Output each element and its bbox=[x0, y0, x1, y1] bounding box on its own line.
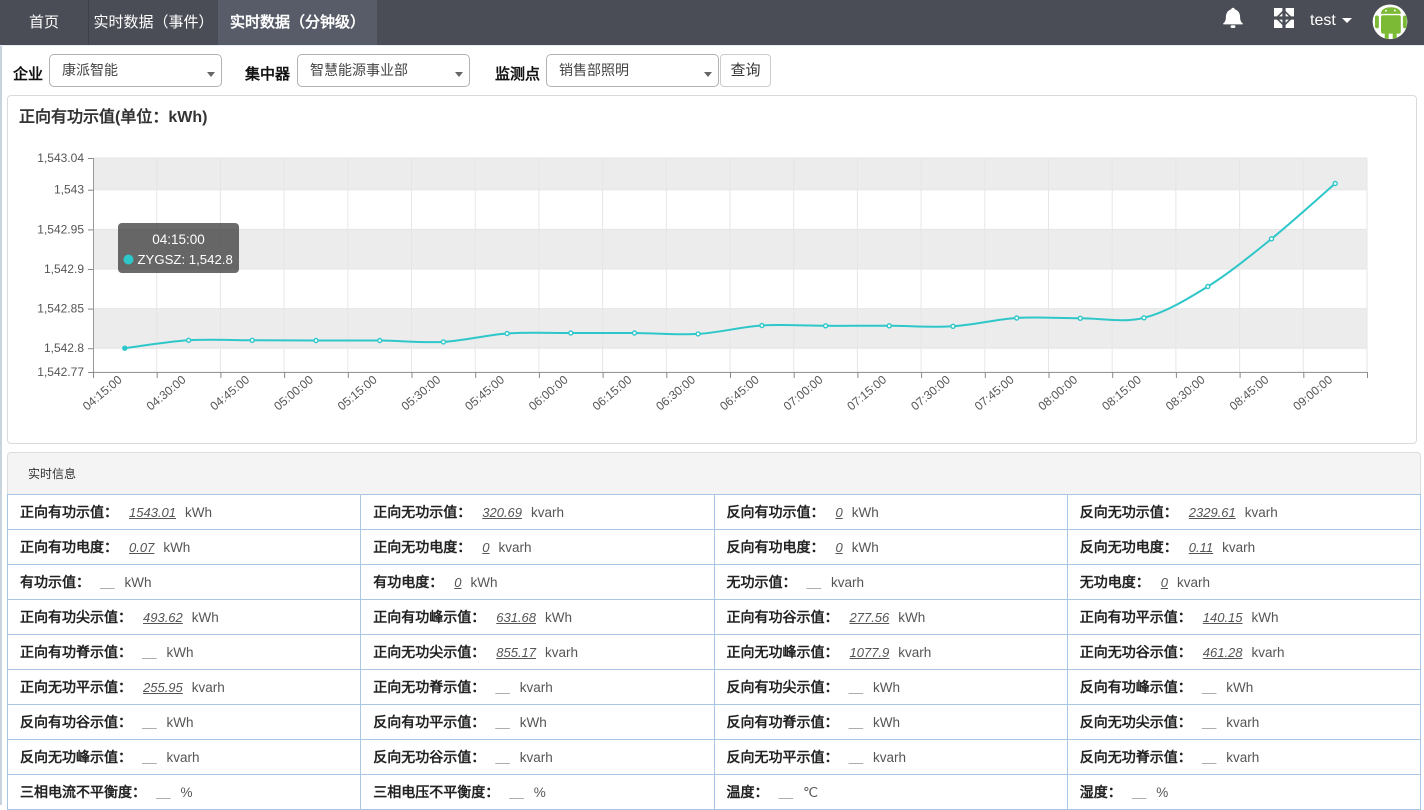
svg-text:1,542.8: 1,542.8 bbox=[44, 341, 84, 355]
svg-text:08:45:00: 08:45:00 bbox=[1227, 372, 1272, 413]
svg-text:08:30:00: 08:30:00 bbox=[1163, 372, 1208, 413]
svg-text:06:30:00: 06:30:00 bbox=[653, 372, 698, 413]
svg-text:09:00:00: 09:00:00 bbox=[1290, 372, 1335, 413]
svg-text:06:45:00: 06:45:00 bbox=[717, 372, 762, 413]
svg-text:04:15:00: 04:15:00 bbox=[152, 232, 205, 247]
svg-text:1,542.95: 1,542.95 bbox=[37, 222, 84, 236]
svg-text:1,542.9: 1,542.9 bbox=[44, 262, 84, 276]
svg-text:05:15:00: 05:15:00 bbox=[335, 372, 380, 413]
svg-text:06:15:00: 06:15:00 bbox=[590, 372, 635, 413]
svg-text:05:00:00: 05:00:00 bbox=[271, 372, 316, 413]
svg-text:08:00:00: 08:00:00 bbox=[1035, 372, 1080, 413]
svg-text:08:15:00: 08:15:00 bbox=[1099, 372, 1144, 413]
svg-text:07:45:00: 07:45:00 bbox=[972, 372, 1017, 413]
svg-text:1,543: 1,543 bbox=[54, 183, 84, 197]
svg-text:ZYGSZ: 1,542.8: ZYGSZ: 1,542.8 bbox=[138, 252, 233, 267]
svg-text:05:30:00: 05:30:00 bbox=[399, 372, 444, 413]
svg-text:06:00:00: 06:00:00 bbox=[526, 372, 571, 413]
svg-text:1,542.77: 1,542.77 bbox=[37, 365, 84, 379]
svg-text:04:15:00: 04:15:00 bbox=[80, 372, 125, 413]
svg-text:05:45:00: 05:45:00 bbox=[462, 372, 507, 413]
svg-text:04:45:00: 04:45:00 bbox=[207, 372, 252, 413]
svg-text:04:30:00: 04:30:00 bbox=[144, 372, 189, 413]
svg-text:07:15:00: 07:15:00 bbox=[844, 372, 889, 413]
svg-text:1,543.04: 1,543.04 bbox=[37, 151, 84, 165]
svg-text:1,542.85: 1,542.85 bbox=[37, 302, 84, 316]
svg-text:07:30:00: 07:30:00 bbox=[908, 372, 953, 413]
svg-text:07:00:00: 07:00:00 bbox=[781, 372, 826, 413]
